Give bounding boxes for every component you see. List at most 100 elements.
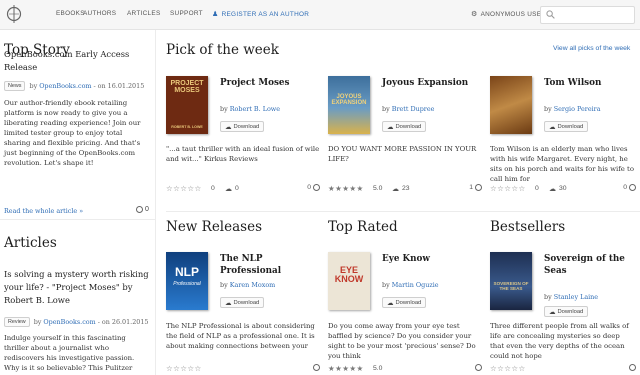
download-count: 23 xyxy=(402,185,410,192)
register-author-link[interactable]: ♟ REGISTER AS AN AUTHOR xyxy=(212,10,309,18)
review-tag[interactable]: Review xyxy=(4,317,30,327)
author-link[interactable]: OpenBooks.com xyxy=(43,318,95,326)
book-author: by Robert B. Lowe xyxy=(220,105,280,113)
comment-count[interactable] xyxy=(311,364,320,371)
top-story-comments[interactable]: 0 xyxy=(136,206,149,213)
book-stats: ☆☆☆☆☆ 0 ☁ 30 0 xyxy=(490,184,636,194)
view-all-picks-link[interactable]: View all picks of the week xyxy=(553,45,630,52)
author-link[interactable]: Stanley Laine xyxy=(554,293,598,301)
book-cover[interactable]: PROJECT MOSES ROBERT B. LOWE xyxy=(166,76,208,134)
news-tag[interactable]: News xyxy=(4,81,26,91)
nav-ebooks[interactable]: EBOOKS xyxy=(56,10,85,17)
by-label: by xyxy=(382,105,390,113)
nav-authors[interactable]: AUTHORS xyxy=(83,10,116,17)
author-link[interactable]: Robert B. Lowe xyxy=(230,105,280,113)
by-label: by xyxy=(29,82,38,90)
cloud-download-icon: ☁ xyxy=(387,123,394,131)
download-label: Download xyxy=(557,123,584,130)
book-cover[interactable]: JOYOUS EXPANSION xyxy=(328,76,370,134)
article-title[interactable]: Is solving a mystery worth risking your … xyxy=(4,268,149,307)
article-body: Indulge yourself in this fascinating thr… xyxy=(4,334,135,375)
pick-of-week-heading: Pick of the week xyxy=(166,42,279,58)
rating-value: 0 xyxy=(535,185,539,192)
comment-count[interactable]: 1 xyxy=(469,184,482,191)
cover-title: JOYOUS EXPANSION xyxy=(331,94,367,107)
rating-value: 5.0 xyxy=(373,185,383,192)
download-button[interactable]: ☁ Download xyxy=(382,121,427,132)
rating-stars[interactable]: ☆☆☆☆☆ xyxy=(166,364,202,373)
author-link[interactable]: Karen Moxom xyxy=(230,281,275,289)
download-label: Download xyxy=(395,299,422,306)
top-story-title[interactable]: OpenBooks.com Early Access Release xyxy=(4,48,149,74)
book-card[interactable]: EYE KNOW Eye Know by Martin Oguzie ☁ Down… xyxy=(328,252,486,375)
book-description: "...a taut thriller with an ideal fusion… xyxy=(166,145,320,163)
comment-icon xyxy=(136,206,143,213)
book-description: Tom Wilson is an elderly man who lives w… xyxy=(490,145,634,183)
post-date: - on 26.01.2015 xyxy=(97,318,149,326)
rating-stars[interactable]: ☆☆☆☆☆ xyxy=(166,184,202,193)
cloud-download-icon: ☁ xyxy=(225,123,232,131)
top-rated-heading: Top Rated xyxy=(328,219,398,235)
download-button[interactable]: ☁ Download xyxy=(544,306,589,317)
book-description: Do you come away from your eye test baff… xyxy=(328,322,476,360)
book-card[interactable]: NLP Professional The NLP Professional by… xyxy=(166,252,324,375)
book-stats: ☆☆☆☆☆ xyxy=(166,364,320,374)
column-divider xyxy=(155,30,156,375)
book-title[interactable]: Tom Wilson xyxy=(544,77,640,89)
comment-icon xyxy=(313,364,320,371)
book-card[interactable]: SOVEREIGN OF THE SEAS Sovereign of the S… xyxy=(490,252,640,375)
cloud-download-icon: ☁ xyxy=(387,299,394,307)
by-label: by xyxy=(544,105,552,113)
book-cover[interactable]: EYE KNOW xyxy=(328,252,370,310)
book-title[interactable]: Project Moses xyxy=(220,77,322,89)
search-input[interactable] xyxy=(540,6,635,24)
by-label: by xyxy=(220,281,228,289)
read-article-link[interactable]: Read the whole article » xyxy=(4,207,83,215)
cover-title: PROJECT MOSES xyxy=(170,80,204,95)
book-author: by Brett Dupree xyxy=(382,105,434,113)
download-label: Download xyxy=(395,123,422,130)
rating-stars[interactable]: ★★★★★ xyxy=(328,184,364,193)
gear-icon: ⚙ xyxy=(471,11,478,18)
book-title[interactable]: The NLP Professional xyxy=(220,253,322,277)
book-card[interactable]: Tom Wilson by Sergio Pereira ☁ Download T… xyxy=(490,76,640,216)
book-cover[interactable] xyxy=(490,76,532,134)
rating-stars[interactable]: ☆☆☆☆☆ xyxy=(490,184,526,193)
comment-icon xyxy=(629,184,636,191)
book-title[interactable]: Sovereign of the Seas xyxy=(544,253,640,277)
author-link[interactable]: Brett Dupree xyxy=(392,105,435,113)
download-count: 30 xyxy=(559,185,567,192)
comment-icon xyxy=(475,184,482,191)
rating-stars[interactable]: ★★★★★ xyxy=(328,364,364,373)
cover-title: EYE KNOW xyxy=(334,265,364,285)
book-card[interactable]: PROJECT MOSES ROBERT B. LOWE Project Mos… xyxy=(166,76,324,216)
cover-title: NLP xyxy=(175,265,199,279)
author-link[interactable]: Sergio Pereira xyxy=(554,105,601,113)
book-card[interactable]: JOYOUS EXPANSION Joyous Expansion by Bre… xyxy=(328,76,486,216)
author-link[interactable]: Martin Oguzie xyxy=(392,281,439,289)
anonymous-user-menu[interactable]: ⚙ ANONYMOUS USER xyxy=(471,10,546,18)
rating-stars[interactable]: ☆☆☆☆☆ xyxy=(490,364,526,373)
comment-count[interactable] xyxy=(473,364,482,371)
comment-count[interactable]: 0 xyxy=(623,184,636,191)
download-count-icon: ☁ xyxy=(392,186,399,193)
cloud-download-icon: ☁ xyxy=(225,299,232,307)
comment-icon xyxy=(313,184,320,191)
book-cover[interactable]: SOVEREIGN OF THE SEAS xyxy=(490,252,532,310)
comment-count[interactable] xyxy=(627,364,636,371)
download-button[interactable]: ☁ Download xyxy=(382,297,427,308)
comment-count[interactable]: 0 xyxy=(307,184,320,191)
download-button[interactable]: ☁ Download xyxy=(544,121,589,132)
download-label: Download xyxy=(557,308,584,315)
articles-heading: Articles xyxy=(4,235,57,251)
book-title[interactable]: Eye Know xyxy=(382,253,484,265)
download-button[interactable]: ☁ Download xyxy=(220,297,265,308)
book-stats: ☆☆☆☆☆ xyxy=(490,364,636,374)
nav-support[interactable]: SUPPORT xyxy=(170,10,203,17)
book-title[interactable]: Joyous Expansion xyxy=(382,77,484,89)
nav-articles[interactable]: ARTICLES xyxy=(127,10,161,17)
author-link[interactable]: OpenBooks.com xyxy=(39,82,91,90)
download-button[interactable]: ☁ Download xyxy=(220,121,265,132)
book-cover[interactable]: NLP Professional xyxy=(166,252,208,310)
openbooks-logo[interactable] xyxy=(6,4,22,24)
